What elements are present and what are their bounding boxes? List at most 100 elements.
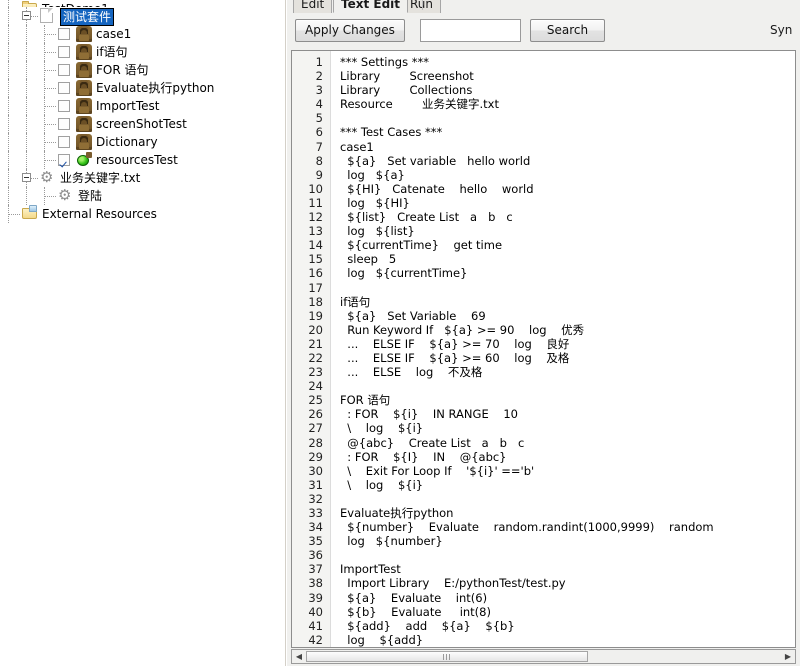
code-content[interactable]: 1 *** Settings *** 2 Library Screenshot 3 Lib… — [292, 51, 795, 648]
line-number: 22 — [308, 350, 323, 365]
scroll-right-arrow-icon[interactable]: ▶ — [782, 651, 794, 662]
code-line[interactable]: 4 Resource 业务关键字.txt — [292, 97, 795, 111]
tree-item-checkbox[interactable] — [58, 154, 70, 166]
tree-item-checkbox[interactable] — [58, 28, 70, 40]
code-line[interactable]: 23 ... ELSE log 不及格 — [292, 365, 795, 379]
code-line[interactable]: 43 #这是注释 — [292, 647, 795, 648]
editor-horizontal-scrollbar[interactable]: ◀ ▶ — [291, 649, 796, 664]
code-line[interactable]: 34 ${number} Evaluate random.randint(100… — [292, 520, 795, 534]
code-line[interactable]: 41 ${add} add ${a} ${b} — [292, 619, 795, 633]
search-button[interactable]: Search — [530, 19, 605, 42]
code-line[interactable]: 37 ImportTest — [292, 562, 795, 576]
tab-edit[interactable]: Edit — [293, 0, 333, 13]
code-line[interactable]: 10 ${HI} Catenate hello world — [292, 182, 795, 196]
code-line[interactable]: 28 @{abc} Create List a b c — [292, 436, 795, 450]
search-input[interactable] — [420, 19, 521, 42]
project-tree[interactable]: TestDemo1测试套件case1 if语句 FOR 语句 Evaluate执行py… — [0, 0, 286, 223]
code-line[interactable]: 9 log ${a} — [292, 168, 795, 182]
tree-item-checkbox[interactable] — [58, 46, 70, 58]
line-text: #这是注释 — [340, 647, 403, 648]
code-line[interactable]: 12 ${list} Create List a b c — [292, 210, 795, 224]
code-line[interactable]: 40 ${b} Evaluate int(8) — [292, 605, 795, 619]
code-line[interactable]: 13 log ${list} — [292, 224, 795, 238]
code-line[interactable]: 35 log ${number} — [292, 534, 795, 548]
code-line[interactable]: 15 sleep 5 — [292, 252, 795, 266]
tree-item-checkbox[interactable] — [58, 118, 70, 130]
code-line[interactable]: 26 : FOR ${i} IN RANGE 10 — [292, 407, 795, 421]
tree-item-11[interactable]: 登陆 — [0, 186, 286, 205]
code-line[interactable]: 31 \ log ${i} — [292, 478, 795, 492]
line-text: ${a} Evaluate int(6) — [340, 590, 488, 605]
code-line[interactable]: 21 ... ELSE IF ${a} >= 70 log 良好 — [292, 337, 795, 351]
scroll-left-arrow-icon[interactable]: ◀ — [293, 651, 305, 662]
tab-strip[interactable]: EditText EditRun — [287, 0, 800, 14]
code-line[interactable]: 8 ${a} Set variable hello world — [292, 154, 795, 168]
tree-item-label: Dictionary — [96, 135, 158, 149]
line-text: ... ELSE IF ${a} >= 60 log 及格 — [340, 350, 570, 365]
code-line[interactable]: 42 log ${add} — [292, 633, 795, 647]
code-line[interactable]: 7 case1 — [292, 140, 795, 154]
code-line[interactable]: 20 Run Keyword If ${a} >= 90 log 优秀 — [292, 323, 795, 337]
line-number: 24 — [308, 379, 323, 394]
line-text: Resource 业务关键字.txt — [340, 97, 499, 112]
code-line[interactable]: 18 if语句 — [292, 295, 795, 309]
line-number: 20 — [308, 322, 323, 337]
tree-expander-collapse-icon[interactable] — [22, 173, 31, 182]
text-editor[interactable]: 1 *** Settings *** 2 Library Screenshot 3 Lib… — [291, 50, 796, 648]
tab-text-edit[interactable]: Text Edit — [333, 0, 409, 13]
tree-expander-collapse-icon[interactable] — [22, 11, 31, 20]
code-line[interactable]: 5 — [292, 111, 795, 125]
code-line[interactable]: 27 \ log ${i} — [292, 421, 795, 435]
line-number: 34 — [308, 520, 323, 535]
line-number: 25 — [308, 393, 323, 408]
code-line[interactable]: 29 : FOR ${I} IN @{abc} — [292, 450, 795, 464]
tree-item-4[interactable]: FOR 语句 — [0, 61, 286, 79]
tree-item-6[interactable]: ImportTest — [0, 97, 286, 115]
line-text: ... ELSE IF ${a} >= 70 log 良好 — [340, 336, 570, 351]
code-line[interactable]: 19 ${a} Set Variable 69 — [292, 309, 795, 323]
code-line[interactable]: 17 — [292, 281, 795, 295]
code-line[interactable]: 32 — [292, 492, 795, 506]
tree-item-3[interactable]: if语句 — [0, 43, 286, 61]
code-line[interactable]: 14 ${currentTime} get time — [292, 238, 795, 252]
line-number: 14 — [308, 238, 323, 253]
code-line[interactable]: 24 — [292, 379, 795, 393]
tree-item-9[interactable]: resourcesTest — [0, 151, 286, 169]
code-line[interactable]: 2 Library Screenshot — [292, 69, 795, 83]
project-tree-panel[interactable]: TestDemo1测试套件case1 if语句 FOR 语句 Evaluate执行py… — [0, 0, 286, 666]
tree-item-1[interactable]: 测试套件 — [0, 7, 286, 26]
code-line[interactable]: 1 *** Settings *** — [292, 55, 795, 69]
code-line[interactable]: 30 \ Exit For Loop If '${i}' =='b' — [292, 464, 795, 478]
code-line[interactable]: 6 *** Test Cases *** — [292, 125, 795, 139]
apply-changes-button[interactable]: Apply Changes — [295, 19, 405, 42]
code-line[interactable]: 33 Evaluate执行python — [292, 506, 795, 520]
tree-guide — [44, 142, 56, 143]
tree-item-checkbox[interactable] — [58, 136, 70, 148]
code-line[interactable]: 11 log ${HI} — [292, 196, 795, 210]
tree-item-checkbox[interactable] — [58, 64, 70, 76]
tree-item-12[interactable]: External Resources — [0, 205, 286, 223]
line-number: 13 — [308, 224, 323, 239]
line-number: 42 — [308, 632, 323, 647]
code-line[interactable]: 22 ... ELSE IF ${a} >= 60 log 及格 — [292, 351, 795, 365]
tree-item-2[interactable]: case1 — [0, 25, 286, 43]
tree-item-8[interactable]: Dictionary — [0, 133, 286, 151]
line-number: 36 — [308, 548, 323, 563]
code-line[interactable]: 36 — [292, 548, 795, 562]
line-text: Import Library E:/pythonTest/test.py — [340, 576, 566, 591]
line-number: 43 — [292, 647, 323, 648]
tree-item-7[interactable]: screenShotTest — [0, 115, 286, 133]
tree-guide — [26, 43, 27, 61]
code-line[interactable]: 38 Import Library E:/pythonTest/test.py — [292, 576, 795, 590]
code-line[interactable]: 25 FOR 语句 — [292, 393, 795, 407]
line-text: Library Collections — [340, 83, 473, 98]
tree-item-5[interactable]: Evaluate执行python — [0, 79, 286, 97]
scrollbar-thumb[interactable] — [306, 651, 588, 662]
tree-item-10[interactable]: 业务关键字.txt — [0, 168, 286, 187]
code-line[interactable]: 16 log ${currentTime} — [292, 266, 795, 280]
tree-item-checkbox[interactable] — [58, 82, 70, 94]
tree-item-checkbox[interactable] — [58, 100, 70, 112]
code-line[interactable]: 3 Library Collections — [292, 83, 795, 97]
code-line[interactable]: 39 ${a} Evaluate int(6) — [292, 591, 795, 605]
tree-item-0[interactable]: TestDemo1 — [0, 0, 286, 7]
